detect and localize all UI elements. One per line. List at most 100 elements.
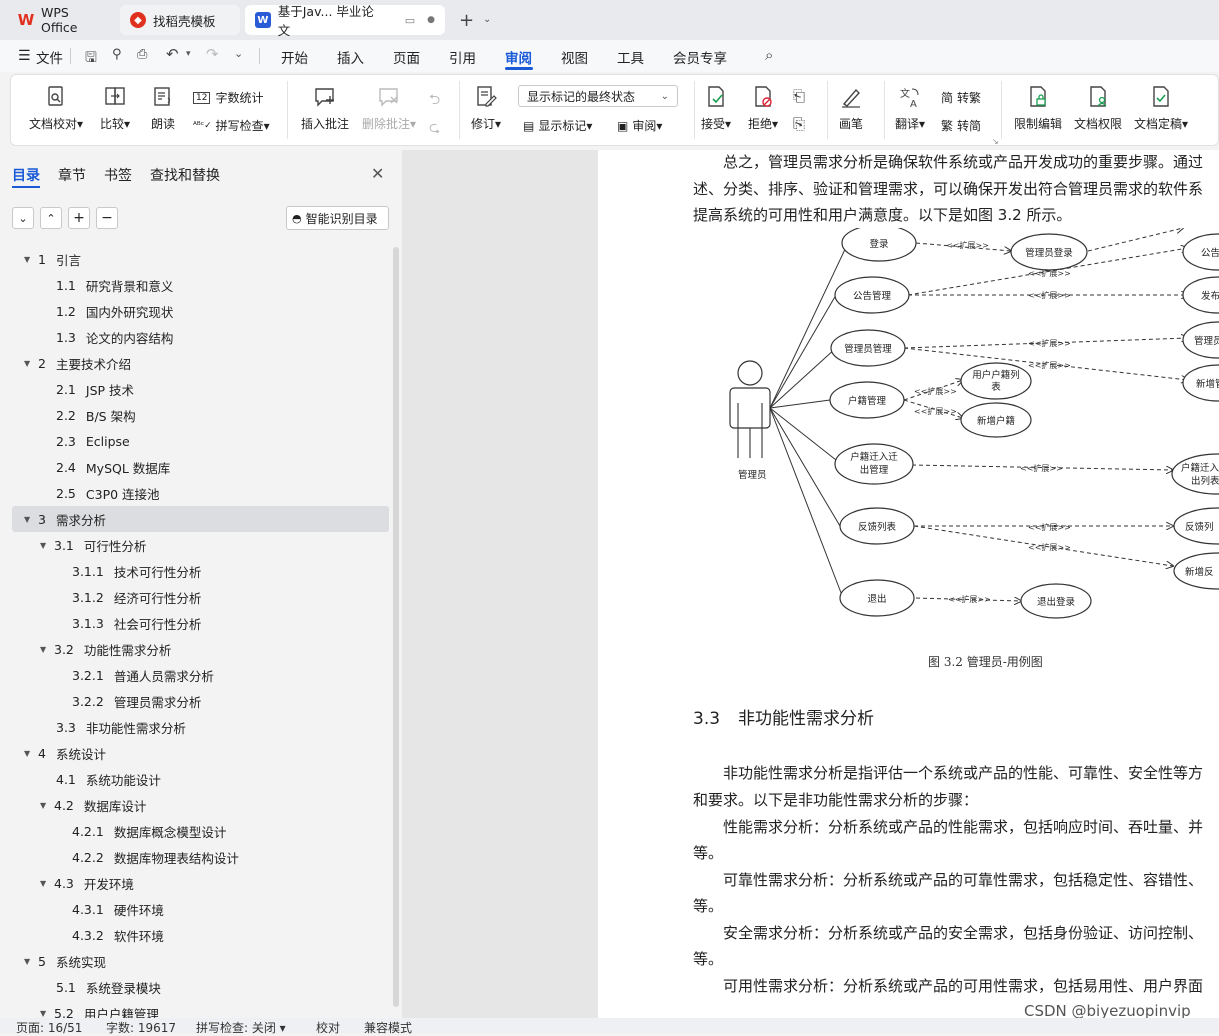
toc-item[interactable]: 1.2 国内外研究现状 <box>0 298 390 324</box>
add-heading-button[interactable]: + <box>68 207 90 229</box>
share-icon[interactable]: ⚲ <box>112 47 122 62</box>
undo-chevron-icon[interactable]: ▾ <box>186 49 191 59</box>
toc-item[interactable]: ▼ 4.2 数据库设计 <box>0 792 390 818</box>
translate-button[interactable]: 文A 翻译▾ <box>895 85 925 132</box>
expand-triangle-icon[interactable]: ▼ <box>24 255 38 264</box>
toc-item[interactable]: ▼ 1 引言 <box>0 246 390 272</box>
toc-item[interactable]: 2.2 B/S 架构 <box>0 402 390 428</box>
toc-item[interactable]: 4.1 系统功能设计 <box>0 766 390 792</box>
delete-comment-button[interactable]: 删除批注▾ <box>362 85 416 132</box>
toc-item[interactable]: ▼ 4 系统设计 <box>0 740 390 766</box>
undo-icon[interactable]: ↶ <box>166 45 179 63</box>
toc-scrollbar[interactable] <box>393 247 399 1007</box>
search-icon[interactable]: ⌕ <box>765 46 773 64</box>
prev-change-icon[interactable]: ⎗ <box>793 87 805 105</box>
tab-docer[interactable]: ◆ 找稻壳模板 <box>120 5 240 35</box>
save-icon[interactable]: 🖫 <box>85 47 97 71</box>
toc-item[interactable]: ▼ 4.3 开发环境 <box>0 870 390 896</box>
expand-triangle-icon[interactable]: ▼ <box>24 957 38 966</box>
new-tab-plus-icon[interactable]: + <box>459 10 474 31</box>
expand-down-button[interactable]: ⌄ <box>12 207 34 229</box>
status-spell-check[interactable]: 拼写检查: 关闭 ▾ <box>196 1019 286 1036</box>
menu-insert[interactable]: 插入 <box>337 47 364 67</box>
toc-item[interactable]: 3.2.2 管理员需求分析 <box>0 688 390 714</box>
dialog-launcher-icon[interactable]: ↘ <box>992 137 999 146</box>
menu-file[interactable]: 文件 <box>36 47 63 67</box>
collapse-up-button[interactable]: ⌃ <box>40 207 62 229</box>
prev-comment-icon[interactable]: ⮌ <box>429 89 440 113</box>
expand-triangle-icon[interactable]: ▼ <box>24 515 38 524</box>
redo-icon[interactable]: ↷ <box>206 45 219 63</box>
toc-item[interactable]: 2.3 Eclipse <box>0 428 390 454</box>
spell-check-button[interactable]: ᴬᴮᶜ✓ 拼写检查 ▾ <box>193 117 270 134</box>
show-markup-button[interactable]: ▤ 显示标记 ▾ <box>523 117 592 134</box>
nav-tab-bookmarks[interactable]: 书签 <box>104 165 132 185</box>
toc-item[interactable]: 1.1 研究背景和意义 <box>0 272 390 298</box>
toc-item[interactable]: 2.5 C3P0 连接池 <box>0 480 390 506</box>
to-simplified-button[interactable]: 繁 转简 <box>941 117 981 134</box>
menu-tools[interactable]: 工具 <box>617 47 644 67</box>
toc-item[interactable]: 3.1.1 技术可行性分析 <box>0 558 390 584</box>
nav-tab-chapters[interactable]: 章节 <box>58 165 86 185</box>
toc-item[interactable]: 4.2.1 数据库概念模型设计 <box>0 818 390 844</box>
tab-list-chevron-icon[interactable]: ⌄ <box>483 14 491 25</box>
monitor-icon[interactable]: ▭ <box>405 14 415 27</box>
review-pane-button[interactable]: ▣ 审阅 ▾ <box>617 117 662 134</box>
menu-start[interactable]: 开始 <box>281 47 308 67</box>
more-chevron-icon[interactable]: ⌄ <box>234 47 243 60</box>
toc-item[interactable]: 2.1 JSP 技术 <box>0 376 390 402</box>
to-traditional-button[interactable]: 简 转繁 <box>941 89 981 106</box>
menu-review[interactable]: 审阅 <box>505 47 532 67</box>
menu-reference[interactable]: 引用 <box>449 47 476 67</box>
toc-item[interactable]: 4.2.2 数据库物理表结构设计 <box>0 844 390 870</box>
expand-triangle-icon[interactable]: ▼ <box>24 359 38 368</box>
toc-item[interactable]: 4.3.2 软件环境 <box>0 922 390 948</box>
toc-item[interactable]: 5.1 系统登录模块 <box>0 974 390 1000</box>
menu-member[interactable]: 会员专享 <box>673 47 727 67</box>
remove-heading-button[interactable]: − <box>96 207 118 229</box>
toc-item[interactable]: ▼ 3 需求分析 <box>12 506 389 532</box>
tab-wps-office[interactable]: W WPS Office <box>8 5 116 35</box>
expand-triangle-icon[interactable]: ▼ <box>40 541 54 550</box>
tab-document-active[interactable]: W 基于Jav... 毕业论文 ▭ ● <box>245 4 445 38</box>
document-page[interactable]: 总之，管理员需求分析是确保软件系统或产品开发成功的重要步骤。通过 述、分类、排序… <box>598 150 1219 1018</box>
hamburger-icon[interactable]: ☰ <box>18 48 31 64</box>
toc-item[interactable]: 3.1.2 经济可行性分析 <box>0 584 390 610</box>
toc-item[interactable]: ▼ 5 系统实现 <box>0 948 390 974</box>
status-proof[interactable]: 校对 <box>316 1019 340 1036</box>
expand-triangle-icon[interactable]: ▼ <box>40 1009 54 1018</box>
read-aloud-button[interactable]: 朗读 <box>151 85 175 132</box>
reject-button[interactable]: 拒绝▾ <box>748 85 778 132</box>
track-changes-button[interactable]: 修订▾ <box>471 85 501 132</box>
expand-triangle-icon[interactable]: ▼ <box>40 801 54 810</box>
toc-item[interactable]: 3.1.3 社会可行性分析 <box>0 610 390 636</box>
print-preview-icon[interactable]: ⎙ <box>137 47 147 62</box>
smart-toc-button[interactable]: ◓ 智能识别目录 <box>286 206 389 230</box>
toc-item[interactable]: 1.3 论文的内容结构 <box>0 324 390 350</box>
menu-view[interactable]: 视图 <box>561 47 588 67</box>
close-icon[interactable]: ✕ <box>371 164 384 183</box>
toc-item[interactable]: ▼ 3.1 可行性分析 <box>0 532 390 558</box>
toc-item[interactable]: 3.3 非功能性需求分析 <box>0 714 390 740</box>
menu-page[interactable]: 页面 <box>393 47 420 67</box>
status-word-count[interactable]: 字数: 19617 <box>106 1019 176 1036</box>
next-change-icon[interactable]: ⎘ <box>793 115 805 133</box>
nav-tab-find-replace[interactable]: 查找和替换 <box>150 165 220 185</box>
doc-check-button[interactable]: 文档校对▾ <box>29 85 83 132</box>
insert-comment-button[interactable]: 插入批注 <box>301 85 349 132</box>
pen-button[interactable]: 画笔 <box>839 85 863 132</box>
next-comment-icon[interactable]: ⮎ <box>429 117 440 141</box>
toc-item[interactable]: 3.2.1 普通人员需求分析 <box>0 662 390 688</box>
toc-item[interactable]: ▼ 3.2 功能性需求分析 <box>0 636 390 662</box>
toc-item[interactable]: 4.3.1 硬件环境 <box>0 896 390 922</box>
toc-item[interactable]: ▼ 2 主要技术介绍 <box>0 350 390 376</box>
restrict-edit-button[interactable]: 限制编辑 <box>1014 85 1062 132</box>
expand-triangle-icon[interactable]: ▼ <box>40 879 54 888</box>
word-count-button[interactable]: 12 字数统计 <box>193 89 263 106</box>
doc-permission-button[interactable]: 文档权限 <box>1074 85 1122 132</box>
expand-triangle-icon[interactable]: ▼ <box>40 645 54 654</box>
unsaved-dot-icon[interactable]: ● <box>427 15 435 25</box>
nav-tab-toc[interactable]: 目录 <box>12 165 40 185</box>
markup-state-select[interactable]: 显示标记的最终状态 ⌄ <box>518 85 678 107</box>
toc-item[interactable]: 2.4 MySQL 数据库 <box>0 454 390 480</box>
